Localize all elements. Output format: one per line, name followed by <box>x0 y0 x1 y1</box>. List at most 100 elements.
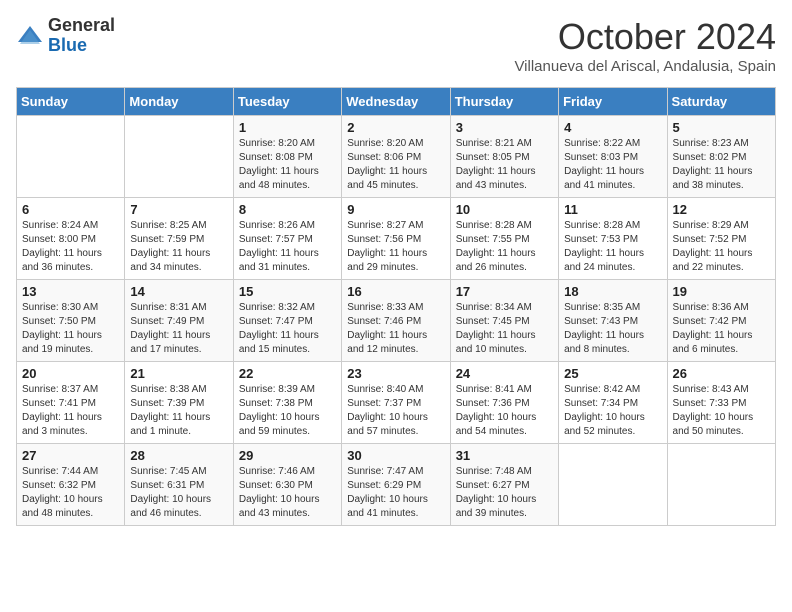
day-info: Sunrise: 8:21 AMSunset: 8:05 PMDaylight:… <box>456 138 536 191</box>
day-number: 24 <box>456 366 553 381</box>
header-thursday: Thursday <box>450 88 558 116</box>
calendar-cell: 17 Sunrise: 8:34 AMSunset: 7:45 PMDaylig… <box>450 280 558 362</box>
day-info: Sunrise: 8:20 AMSunset: 8:06 PMDaylight:… <box>347 138 427 191</box>
title-block: October 2024 Villanueva del Ariscal, And… <box>514 16 776 75</box>
header-wednesday: Wednesday <box>342 88 450 116</box>
day-number: 16 <box>347 284 444 299</box>
calendar-week-row: 20 Sunrise: 8:37 AMSunset: 7:41 PMDaylig… <box>17 362 776 444</box>
day-number: 8 <box>239 202 336 217</box>
calendar-cell: 24 Sunrise: 8:41 AMSunset: 7:36 PMDaylig… <box>450 362 558 444</box>
day-info: Sunrise: 8:38 AMSunset: 7:39 PMDaylight:… <box>130 384 210 437</box>
day-number: 3 <box>456 120 553 135</box>
location-subtitle: Villanueva del Ariscal, Andalusia, Spain <box>514 58 776 75</box>
day-info: Sunrise: 8:31 AMSunset: 7:49 PMDaylight:… <box>130 302 210 355</box>
day-number: 27 <box>22 448 119 463</box>
calendar-cell <box>667 444 775 526</box>
day-number: 13 <box>22 284 119 299</box>
day-info: Sunrise: 8:27 AMSunset: 7:56 PMDaylight:… <box>347 220 427 273</box>
day-info: Sunrise: 7:47 AMSunset: 6:29 PMDaylight:… <box>347 466 428 519</box>
calendar-header-row: SundayMondayTuesdayWednesdayThursdayFrid… <box>17 88 776 116</box>
day-number: 18 <box>564 284 661 299</box>
day-number: 14 <box>130 284 227 299</box>
calendar-cell: 1 Sunrise: 8:20 AMSunset: 8:08 PMDayligh… <box>233 116 341 198</box>
logo: General Blue <box>16 16 115 56</box>
header-saturday: Saturday <box>667 88 775 116</box>
calendar-cell: 23 Sunrise: 8:40 AMSunset: 7:37 PMDaylig… <box>342 362 450 444</box>
calendar-cell: 26 Sunrise: 8:43 AMSunset: 7:33 PMDaylig… <box>667 362 775 444</box>
day-info: Sunrise: 7:48 AMSunset: 6:27 PMDaylight:… <box>456 466 537 519</box>
day-number: 25 <box>564 366 661 381</box>
calendar-cell: 2 Sunrise: 8:20 AMSunset: 8:06 PMDayligh… <box>342 116 450 198</box>
day-number: 22 <box>239 366 336 381</box>
day-info: Sunrise: 8:39 AMSunset: 7:38 PMDaylight:… <box>239 384 320 437</box>
calendar-cell: 12 Sunrise: 8:29 AMSunset: 7:52 PMDaylig… <box>667 198 775 280</box>
calendar-week-row: 1 Sunrise: 8:20 AMSunset: 8:08 PMDayligh… <box>17 116 776 198</box>
calendar-table: SundayMondayTuesdayWednesdayThursdayFrid… <box>16 87 776 526</box>
day-number: 29 <box>239 448 336 463</box>
day-number: 28 <box>130 448 227 463</box>
day-info: Sunrise: 8:32 AMSunset: 7:47 PMDaylight:… <box>239 302 319 355</box>
calendar-cell: 3 Sunrise: 8:21 AMSunset: 8:05 PMDayligh… <box>450 116 558 198</box>
calendar-cell: 11 Sunrise: 8:28 AMSunset: 7:53 PMDaylig… <box>559 198 667 280</box>
day-info: Sunrise: 8:25 AMSunset: 7:59 PMDaylight:… <box>130 220 210 273</box>
day-number: 10 <box>456 202 553 217</box>
calendar-cell: 20 Sunrise: 8:37 AMSunset: 7:41 PMDaylig… <box>17 362 125 444</box>
calendar-cell <box>125 116 233 198</box>
calendar-cell: 31 Sunrise: 7:48 AMSunset: 6:27 PMDaylig… <box>450 444 558 526</box>
calendar-cell: 8 Sunrise: 8:26 AMSunset: 7:57 PMDayligh… <box>233 198 341 280</box>
day-number: 2 <box>347 120 444 135</box>
header-friday: Friday <box>559 88 667 116</box>
day-info: Sunrise: 7:46 AMSunset: 6:30 PMDaylight:… <box>239 466 320 519</box>
logo-general-text: General <box>48 15 115 35</box>
day-number: 11 <box>564 202 661 217</box>
calendar-cell: 10 Sunrise: 8:28 AMSunset: 7:55 PMDaylig… <box>450 198 558 280</box>
calendar-cell: 25 Sunrise: 8:42 AMSunset: 7:34 PMDaylig… <box>559 362 667 444</box>
day-number: 31 <box>456 448 553 463</box>
day-number: 5 <box>673 120 770 135</box>
day-info: Sunrise: 8:28 AMSunset: 7:55 PMDaylight:… <box>456 220 536 273</box>
calendar-cell: 27 Sunrise: 7:44 AMSunset: 6:32 PMDaylig… <box>17 444 125 526</box>
logo-icon <box>16 22 44 50</box>
calendar-cell: 14 Sunrise: 8:31 AMSunset: 7:49 PMDaylig… <box>125 280 233 362</box>
day-number: 17 <box>456 284 553 299</box>
calendar-cell: 9 Sunrise: 8:27 AMSunset: 7:56 PMDayligh… <box>342 198 450 280</box>
day-number: 26 <box>673 366 770 381</box>
day-info: Sunrise: 8:36 AMSunset: 7:42 PMDaylight:… <box>673 302 753 355</box>
calendar-week-row: 27 Sunrise: 7:44 AMSunset: 6:32 PMDaylig… <box>17 444 776 526</box>
day-info: Sunrise: 8:34 AMSunset: 7:45 PMDaylight:… <box>456 302 536 355</box>
calendar-cell: 18 Sunrise: 8:35 AMSunset: 7:43 PMDaylig… <box>559 280 667 362</box>
day-info: Sunrise: 8:40 AMSunset: 7:37 PMDaylight:… <box>347 384 428 437</box>
calendar-cell: 4 Sunrise: 8:22 AMSunset: 8:03 PMDayligh… <box>559 116 667 198</box>
header-monday: Monday <box>125 88 233 116</box>
month-title: October 2024 <box>514 16 776 58</box>
day-info: Sunrise: 8:30 AMSunset: 7:50 PMDaylight:… <box>22 302 102 355</box>
header-sunday: Sunday <box>17 88 125 116</box>
calendar-cell: 21 Sunrise: 8:38 AMSunset: 7:39 PMDaylig… <box>125 362 233 444</box>
calendar-cell: 6 Sunrise: 8:24 AMSunset: 8:00 PMDayligh… <box>17 198 125 280</box>
day-info: Sunrise: 8:41 AMSunset: 7:36 PMDaylight:… <box>456 384 537 437</box>
day-number: 30 <box>347 448 444 463</box>
day-number: 23 <box>347 366 444 381</box>
logo-blue-text: Blue <box>48 35 87 55</box>
calendar-cell: 30 Sunrise: 7:47 AMSunset: 6:29 PMDaylig… <box>342 444 450 526</box>
day-info: Sunrise: 7:44 AMSunset: 6:32 PMDaylight:… <box>22 466 103 519</box>
page-header: General Blue October 2024 Villanueva del… <box>16 16 776 75</box>
day-info: Sunrise: 8:24 AMSunset: 8:00 PMDaylight:… <box>22 220 102 273</box>
day-number: 1 <box>239 120 336 135</box>
day-number: 4 <box>564 120 661 135</box>
calendar-cell: 15 Sunrise: 8:32 AMSunset: 7:47 PMDaylig… <box>233 280 341 362</box>
calendar-cell: 5 Sunrise: 8:23 AMSunset: 8:02 PMDayligh… <box>667 116 775 198</box>
day-info: Sunrise: 8:28 AMSunset: 7:53 PMDaylight:… <box>564 220 644 273</box>
calendar-cell: 22 Sunrise: 8:39 AMSunset: 7:38 PMDaylig… <box>233 362 341 444</box>
day-info: Sunrise: 8:29 AMSunset: 7:52 PMDaylight:… <box>673 220 753 273</box>
header-tuesday: Tuesday <box>233 88 341 116</box>
calendar-cell: 16 Sunrise: 8:33 AMSunset: 7:46 PMDaylig… <box>342 280 450 362</box>
day-number: 12 <box>673 202 770 217</box>
calendar-cell: 29 Sunrise: 7:46 AMSunset: 6:30 PMDaylig… <box>233 444 341 526</box>
day-number: 20 <box>22 366 119 381</box>
day-info: Sunrise: 8:23 AMSunset: 8:02 PMDaylight:… <box>673 138 753 191</box>
calendar-week-row: 13 Sunrise: 8:30 AMSunset: 7:50 PMDaylig… <box>17 280 776 362</box>
calendar-cell: 7 Sunrise: 8:25 AMSunset: 7:59 PMDayligh… <box>125 198 233 280</box>
day-info: Sunrise: 8:37 AMSunset: 7:41 PMDaylight:… <box>22 384 102 437</box>
day-number: 15 <box>239 284 336 299</box>
